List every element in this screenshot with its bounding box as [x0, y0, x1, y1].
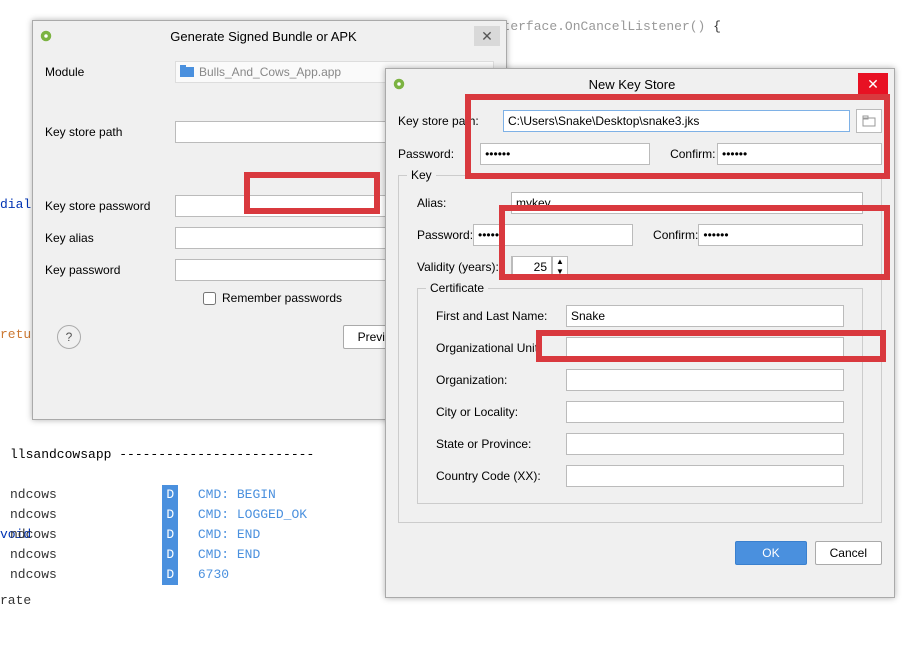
spinner-down-icon[interactable]: ▼: [553, 267, 567, 277]
remember-passwords-checkbox[interactable]: [203, 292, 216, 305]
spinner-up-icon[interactable]: ▲: [553, 257, 567, 267]
code-fragment-retu: retu: [0, 324, 31, 346]
folder-browse-icon[interactable]: [856, 109, 882, 133]
console-line: ndcows D 6730: [10, 565, 314, 585]
keypwd-label: Key password: [45, 263, 175, 277]
console-line: ndcows D CMD: BEGIN: [10, 485, 314, 505]
organization-input[interactable]: [566, 369, 844, 391]
console-line: ndcows D CMD: LOGGED_OK: [10, 505, 314, 525]
dialog1-titlebar[interactable]: Generate Signed Bundle or APK ✕: [33, 21, 506, 51]
keystorepwd-label: Key store password: [45, 199, 175, 213]
close-icon[interactable]: ✕: [474, 26, 500, 46]
country-label: Country Code (XX):: [436, 469, 566, 483]
country-input[interactable]: [566, 465, 844, 487]
console-line: ndcows D CMD: END: [10, 525, 314, 545]
module-label: Module: [45, 65, 175, 79]
module-icon: [180, 65, 194, 79]
cancel-button[interactable]: Cancel: [815, 541, 882, 565]
first-last-input[interactable]: [566, 305, 844, 327]
certificate-section-label: Certificate: [426, 281, 488, 295]
console-header: llsandcowsapp -------------------------: [10, 445, 314, 465]
help-button[interactable]: ?: [57, 325, 81, 349]
console-line: ndcows D CMD: END: [10, 545, 314, 565]
first-last-label: First and Last Name:: [436, 309, 566, 323]
code-fragment-rate: rate: [0, 590, 31, 612]
organization-label: Organization:: [436, 373, 566, 387]
d2-keystorepath-label: Key store path:: [398, 114, 503, 128]
key-confirm-input[interactable]: [698, 224, 863, 246]
validity-label: Validity (years):: [417, 260, 511, 274]
state-input[interactable]: [566, 433, 844, 455]
d2-confirm-input[interactable]: [717, 143, 882, 165]
key-password-input[interactable]: [473, 224, 633, 246]
ok-button[interactable]: OK: [735, 541, 806, 565]
close-icon[interactable]: ✕: [858, 73, 888, 95]
android-studio-icon: [392, 77, 406, 91]
keyalias-label: Key alias: [45, 231, 175, 245]
city-label: City or Locality:: [436, 405, 566, 419]
keystorepath-label: Key store path: [45, 125, 175, 139]
d2-password-label: Password:: [398, 147, 480, 161]
module-value: Bulls_And_Cows_App.app: [199, 65, 341, 79]
d2-password-input[interactable]: [480, 143, 650, 165]
dialog2-titlebar[interactable]: New Key Store ✕: [386, 69, 894, 99]
code-fragment-dial: dial: [0, 194, 31, 216]
new-keystore-dialog: New Key Store ✕ Key store path: Password…: [385, 68, 895, 598]
org-unit-input[interactable]: [566, 337, 844, 359]
d2-confirm-label: Confirm:: [670, 147, 717, 161]
key-section-label: Key: [407, 168, 436, 182]
alias-input[interactable]: [511, 192, 863, 214]
d2-keystorepath-input[interactable]: [503, 110, 850, 132]
dialog1-title: Generate Signed Bundle or APK: [53, 29, 474, 44]
validity-spinner[interactable]: ▲ ▼: [511, 256, 568, 278]
city-input[interactable]: [566, 401, 844, 423]
key-confirm-label: Confirm:: [653, 228, 698, 242]
org-unit-label: Organizational Unit:: [436, 341, 566, 355]
console-output: llsandcowsapp ------------------------- …: [0, 445, 324, 585]
remember-passwords-label: Remember passwords: [222, 291, 342, 305]
state-label: State or Province:: [436, 437, 566, 451]
alias-label: Alias:: [417, 196, 511, 210]
dialog2-title: New Key Store: [406, 77, 858, 92]
android-studio-icon: [39, 29, 53, 43]
key-password-label: Password:: [417, 228, 473, 242]
